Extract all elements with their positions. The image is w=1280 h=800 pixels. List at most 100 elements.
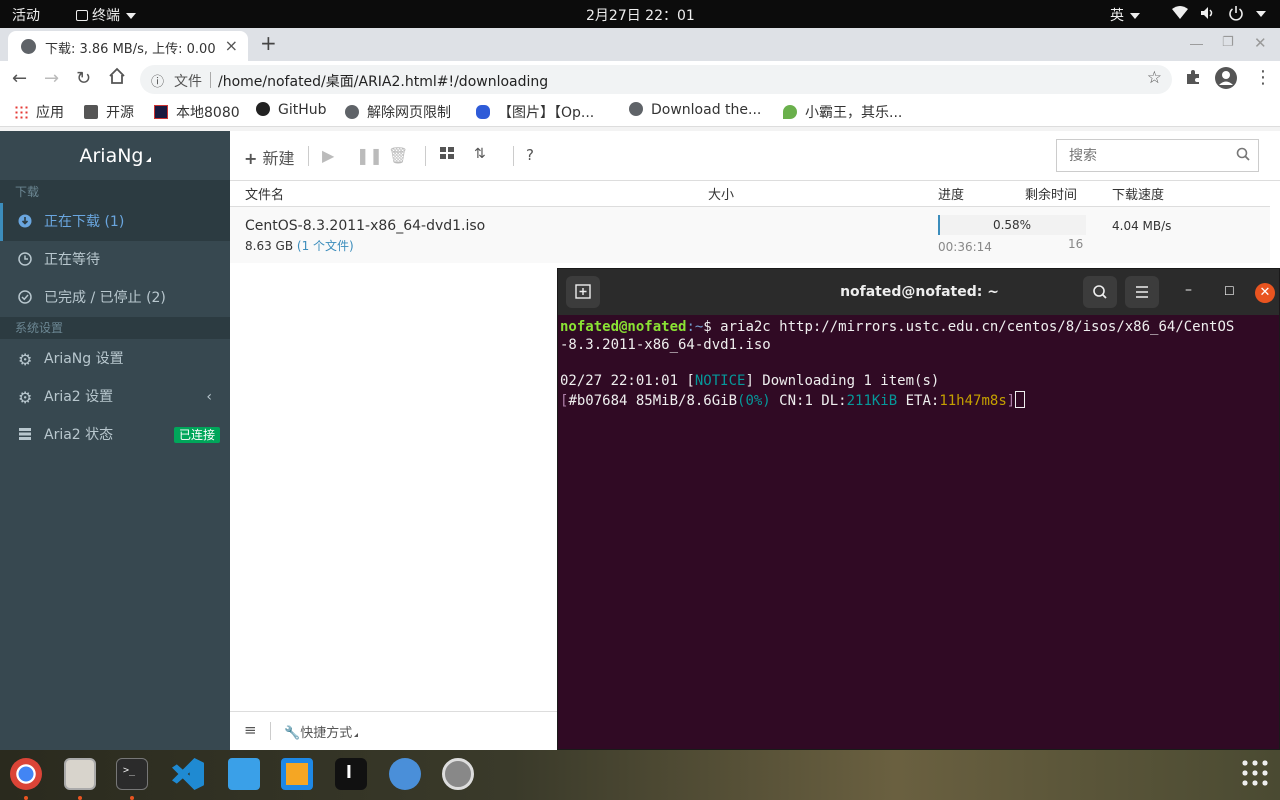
browser-menu-kebab-icon[interactable]: ⋮ — [1254, 67, 1272, 88]
close-window-icon[interactable]: ✕ — [1254, 34, 1267, 52]
column-header-size[interactable]: 大小 — [708, 184, 734, 203]
bookmark-tieba-image[interactable]: 【图片】【Op... — [476, 102, 594, 122]
bookmark-xiaobawang[interactable]: 小霸王，其乐... — [783, 102, 902, 122]
sidebar-item-stopped[interactable]: 已完成 / 已停止 (2) — [0, 279, 230, 317]
bookmark-github[interactable]: GitHub — [256, 102, 327, 118]
connected-status-badge: 已连接 — [173, 427, 220, 443]
search-box[interactable] — [1056, 139, 1259, 172]
volume-icon[interactable] — [1200, 6, 1216, 24]
bookmark-download[interactable]: Download the... — [629, 102, 761, 118]
back-arrow-icon[interactable]: ← — [12, 68, 27, 89]
task-remaining-time: 00:36:14 — [938, 240, 992, 254]
task-row[interactable]: CentOS-8.3.2011-x86_64-dvd1.iso 8.63 GB … — [230, 207, 1270, 263]
folder-icon — [84, 105, 98, 119]
terminal-search-button[interactable] — [1083, 276, 1117, 308]
reload-icon[interactable]: ↻ — [76, 68, 91, 89]
pause-task-icon[interactable]: ❚❚ — [356, 146, 383, 165]
search-input[interactable] — [1057, 140, 1227, 171]
power-icon[interactable] — [1228, 5, 1244, 25]
brand-label: AriaNg — [79, 145, 144, 167]
bookmarks-bar: 应用 开源 本地8080 GitHub 解除网页限制 【图片】【Op... Do… — [0, 97, 1280, 127]
search-icon[interactable] — [1236, 147, 1250, 161]
maximize-icon[interactable]: ☐ — [1224, 284, 1235, 298]
sidebar-item-label: 正在等待 — [44, 252, 100, 268]
sidebar-item-aria2-status[interactable]: Aria2 状态 已连接 — [0, 416, 230, 454]
chrome-app-icon[interactable] — [10, 758, 42, 790]
task-progress-text: 0.58% — [992, 218, 1032, 232]
show-applications-grid-icon[interactable] — [1240, 758, 1272, 790]
url-text[interactable]: /home/nofated/桌面/ARIA2.html#!/downloadin… — [218, 71, 548, 91]
address-bar[interactable]: ⓘ 文件 /home/nofated/桌面/ARIA2.html#!/downl… — [140, 65, 1172, 94]
terminal-app-icon[interactable]: >_ — [116, 758, 148, 790]
select-all-grid-icon[interactable] — [440, 146, 455, 165]
app-menu-label: 终端 — [92, 8, 120, 24]
minimize-icon[interactable]: – — [1185, 282, 1192, 298]
wifi-icon[interactable] — [1172, 6, 1188, 24]
settings-app-icon[interactable] — [442, 758, 474, 790]
bookmark-unlock-page[interactable]: 解除网页限制 — [345, 102, 451, 122]
restore-window-icon[interactable]: ❐ — [1222, 35, 1234, 50]
vscode-app-icon[interactable] — [172, 758, 204, 790]
task-size: 8.63 GB (1 个文件) — [245, 237, 354, 254]
app-menu[interactable]: 终端 — [76, 5, 136, 25]
clock[interactable]: 2月27日 22：01 — [586, 5, 695, 25]
server-icon — [19, 428, 31, 440]
tab-title: 下载: 3.86 MB/s, 上传: 0.00 — [45, 42, 216, 57]
sort-alpha-icon[interactable]: ⇅ — [474, 146, 486, 162]
xmind-app-icon[interactable] — [228, 758, 260, 790]
files-app-icon[interactable] — [64, 758, 96, 790]
input-method-indicator[interactable]: 英 — [1110, 5, 1140, 25]
plus-icon: + — [244, 149, 258, 168]
notice-message: ] Downloading 1 item(s) — [745, 373, 940, 389]
typora-app-icon[interactable]: l — [335, 758, 367, 790]
terminal-header-bar[interactable]: nofated@nofated: ~ – ☐ ✕ — [558, 269, 1279, 315]
thunderbird-app-icon[interactable] — [389, 758, 421, 790]
ariang-brand[interactable]: AriaNg — [0, 131, 230, 181]
sidebar-item-label: Aria2 状态 — [44, 427, 114, 443]
bookmark-folder-opensource[interactable]: 开源 — [84, 102, 134, 122]
column-header-remaining[interactable]: 剩余时间 — [1025, 184, 1077, 203]
minimize-window-icon[interactable]: ― — [1190, 37, 1203, 52]
activities-button[interactable]: 活动 — [12, 5, 40, 25]
new-task-button[interactable]: + 新建 — [244, 145, 295, 169]
forward-arrow-icon[interactable]: → — [44, 68, 59, 89]
sidebar-item-downloading[interactable]: 正在下载 (1) — [0, 203, 230, 241]
profile-avatar-icon[interactable] — [1215, 67, 1237, 94]
running-indicator — [78, 796, 82, 800]
shortcuts-dropdown[interactable]: 🔧快捷方式 — [284, 722, 359, 741]
extensions-puzzle-icon[interactable] — [1185, 69, 1201, 90]
running-indicator — [130, 796, 134, 800]
start-task-play-icon[interactable]: ▶ — [322, 146, 334, 165]
terminal-window[interactable]: nofated@nofated: ~ – ☐ ✕ nofated@nofated… — [557, 268, 1280, 750]
close-icon[interactable]: ✕ — [1255, 283, 1275, 303]
system-menu-chevron-icon[interactable] — [1256, 11, 1266, 17]
bookmark-star-icon[interactable]: ☆ — [1147, 68, 1162, 88]
status-eta-label: ETA: — [897, 393, 940, 409]
task-file-count-link[interactable]: (1 个文件) — [297, 239, 354, 253]
tab-close-icon[interactable]: × — [225, 36, 238, 55]
check-circle-icon — [18, 290, 32, 304]
home-icon[interactable] — [108, 67, 126, 90]
sidebar-item-aria2-settings[interactable]: ⚙ Aria2 设置 ‹ — [0, 378, 230, 416]
task-file-name[interactable]: CentOS-8.3.2011-x86_64-dvd1.iso — [245, 218, 485, 234]
column-header-name[interactable]: 文件名 — [245, 184, 284, 203]
info-icon[interactable]: ⓘ — [151, 71, 164, 90]
sidebar-item-ariang-settings[interactable]: ⚙ AriaNg 设置 — [0, 340, 230, 378]
sidebar-item-waiting[interactable]: 正在等待 — [0, 241, 230, 279]
vmware-app-icon[interactable] — [281, 758, 313, 790]
gnome-top-bar: 活动 终端 2月27日 22：01 英 — [0, 0, 1280, 28]
column-header-speed[interactable]: 下载速度 — [1112, 184, 1164, 203]
apps-grid-icon — [14, 105, 28, 119]
help-question-icon[interactable]: ? — [526, 146, 534, 164]
bookmark-label: 应用 — [36, 105, 64, 121]
browser-tab-ariang[interactable]: 下载: 3.86 MB/s, 上传: 0.00 × — [8, 31, 248, 61]
bookmark-apps[interactable]: 应用 — [14, 102, 64, 122]
bookmark-localhost-8080[interactable]: 本地8080 — [154, 102, 240, 122]
hamburger-menu-icon[interactable]: ≡ — [244, 721, 257, 739]
new-tab-button[interactable]: + — [260, 31, 277, 55]
column-header-progress[interactable]: 进度 — [938, 184, 964, 203]
delete-task-trash-icon[interactable]: 🗑 — [388, 146, 408, 165]
terminal-menu-button[interactable] — [1125, 276, 1159, 308]
search-icon — [1093, 285, 1107, 299]
status-percent: (0%) — [737, 393, 771, 409]
